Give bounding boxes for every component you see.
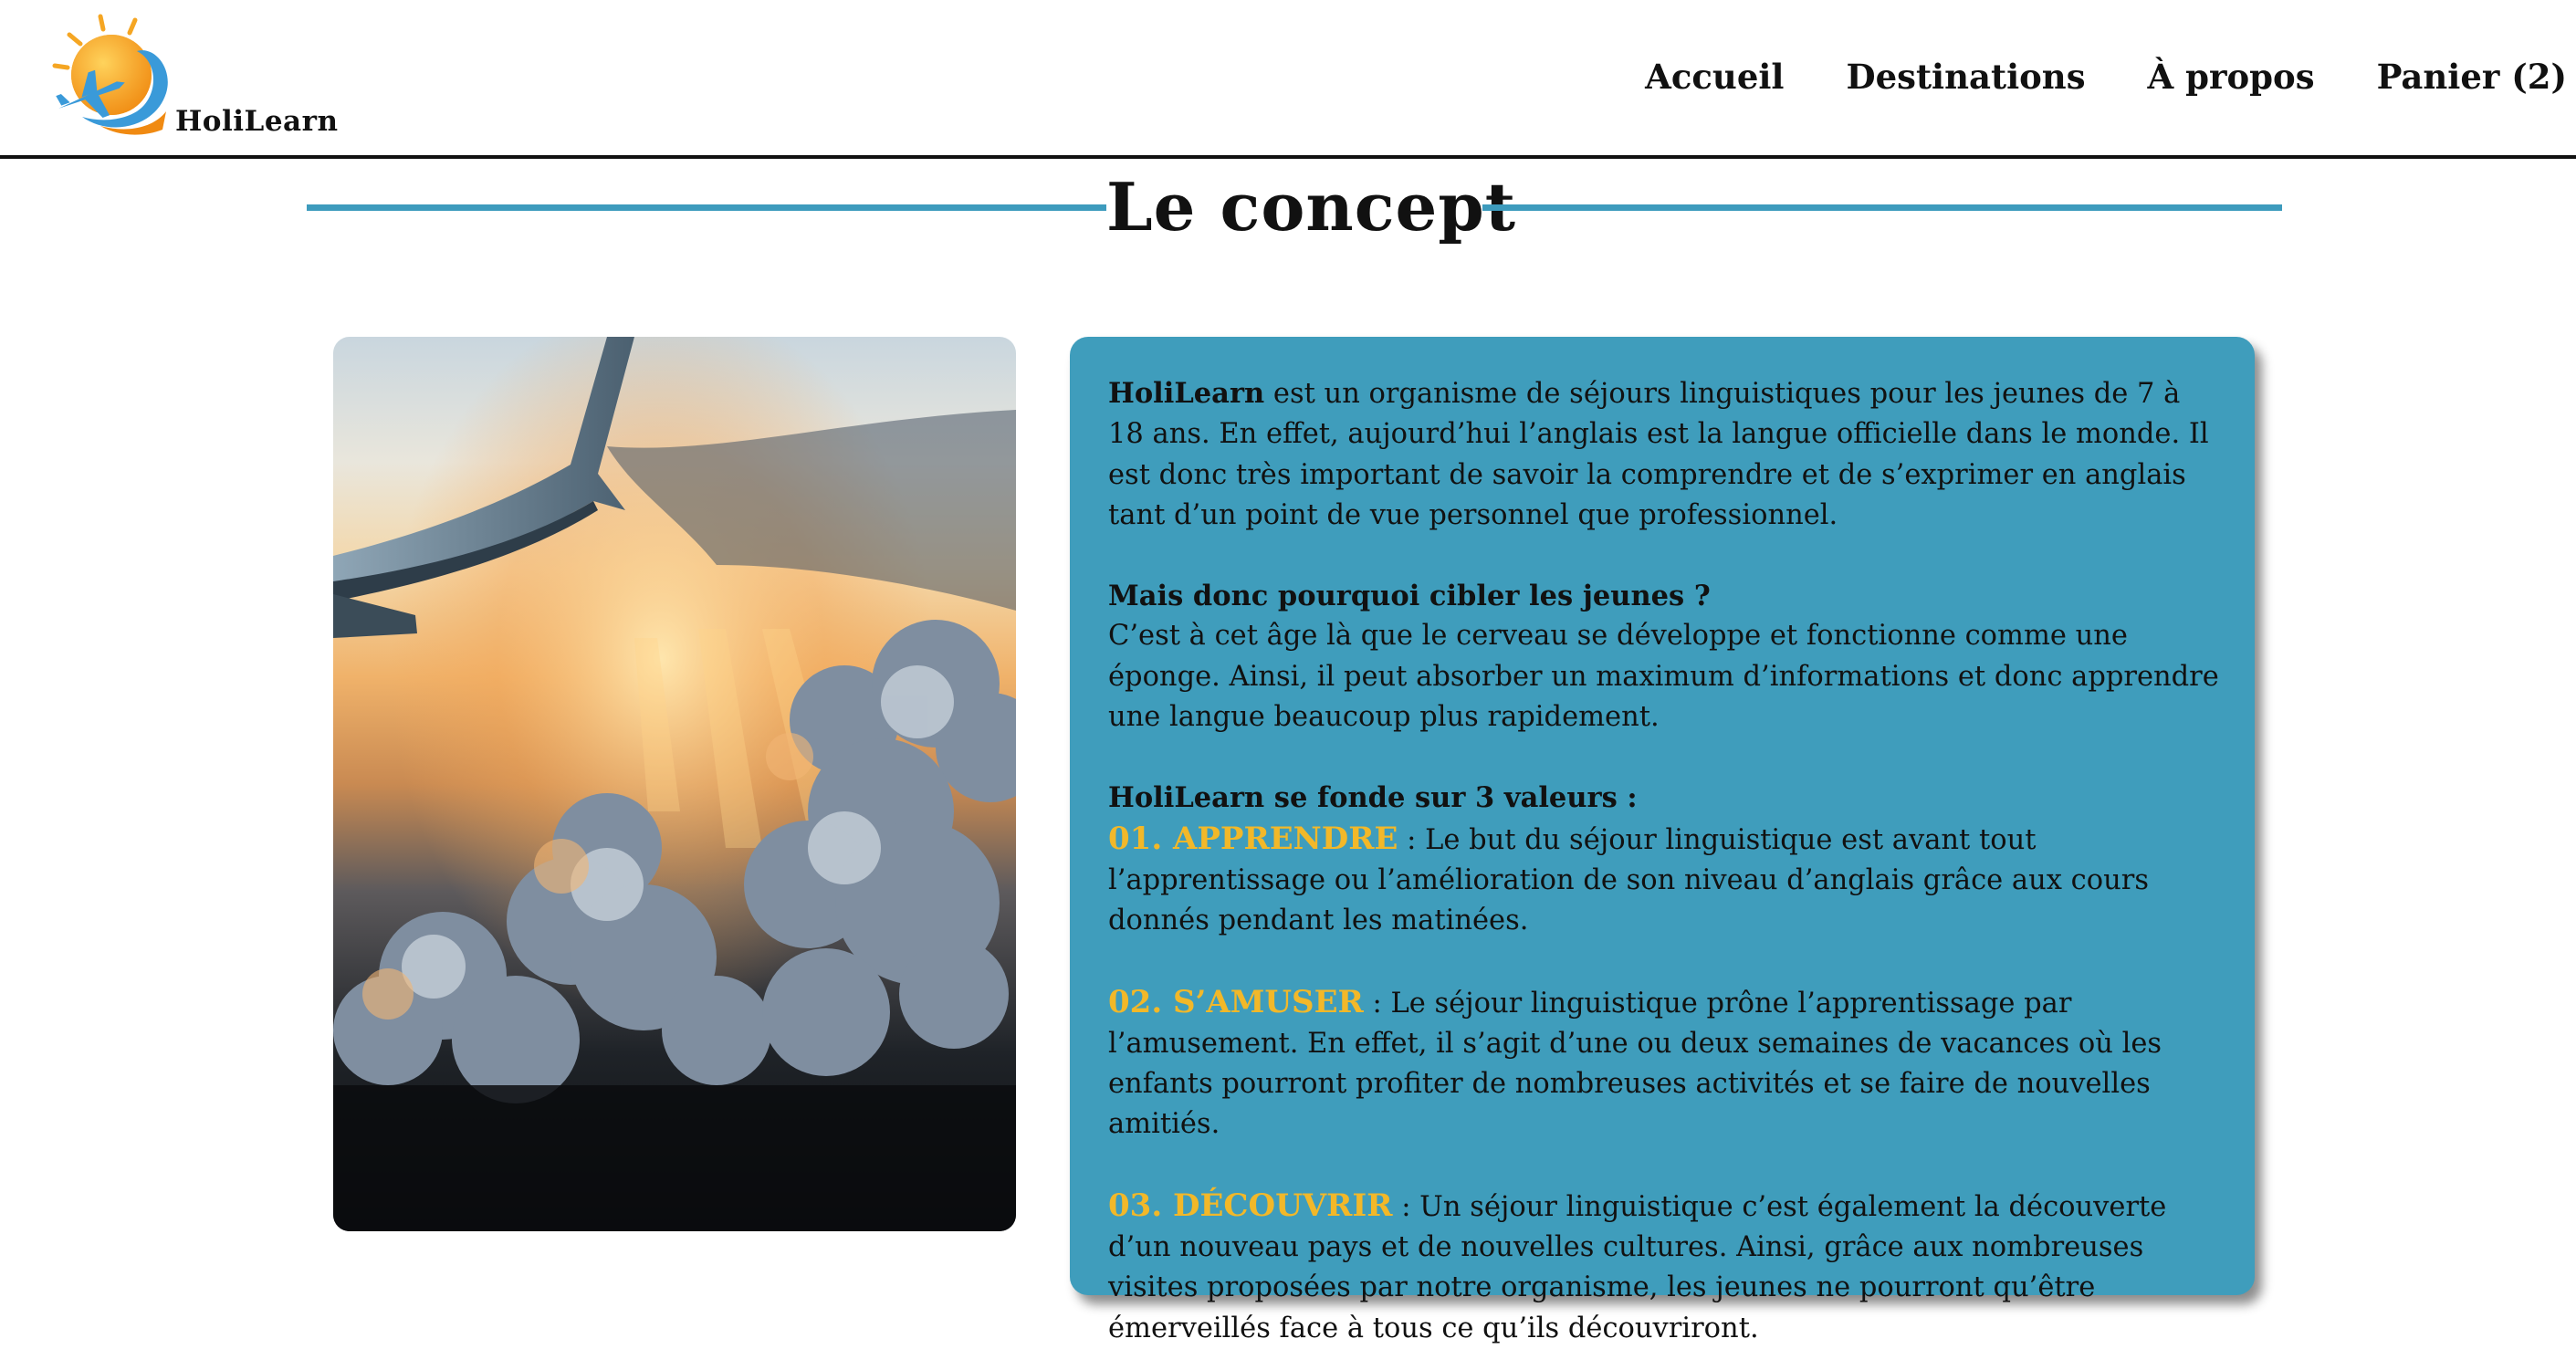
nav-destinations[interactable]: Destinations xyxy=(1847,57,2086,97)
main-nav: Accueil Destinations À propos Panier (2) xyxy=(1583,57,2567,97)
value-item: 02. S’AMUSER : Le séjour linguistique pr… xyxy=(1108,982,2222,1145)
airplane-wing-photo xyxy=(333,337,1016,1231)
title-divider-left xyxy=(307,204,1106,211)
concept-card: HoliLearn est un organisme de séjours li… xyxy=(1070,337,2255,1344)
title-divider-right xyxy=(1482,204,2282,211)
value-keyword: 02. S’AMUSER xyxy=(1108,983,1364,1020)
intro-paragraph: HoliLearn est un organisme de séjours li… xyxy=(1108,373,2222,536)
nav-accueil[interactable]: Accueil xyxy=(1645,57,1784,97)
nav-a-propos[interactable]: À propos xyxy=(2148,57,2315,97)
why-text: C’est à cet âge là que le cerveau se dév… xyxy=(1108,620,2219,734)
value-keyword: 03. DÉCOUVRIR xyxy=(1108,1187,1393,1224)
section-title-row: Le concept xyxy=(307,166,2282,248)
value-keyword: 01. APPRENDRE xyxy=(1108,820,1398,857)
intro-brand: HoliLearn xyxy=(1108,377,1265,410)
brand-logo[interactable]: HoliLearn xyxy=(46,9,338,146)
sun-airplane-logo-icon xyxy=(52,14,168,135)
brand-name: HoliLearn xyxy=(175,105,339,138)
value-item: 01. APPRENDRE : Le but du séjour linguis… xyxy=(1108,819,2222,942)
site-header: HoliLearn Accueil Destinations À propos … xyxy=(0,0,2576,159)
airplane-wing-over-clouds-photo-icon xyxy=(333,337,1016,1231)
value-item: 03. DÉCOUVRIR : Un séjour linguistique c… xyxy=(1108,1186,2222,1349)
why-heading: Mais donc pourquoi cibler les jeunes ? xyxy=(1108,580,1711,613)
values-heading: HoliLearn se fonde sur 3 valeurs : xyxy=(1108,781,1638,815)
intro-text: est un organisme de séjours linguistique… xyxy=(1108,378,2209,531)
nav-panier[interactable]: Panier (2) xyxy=(2377,57,2567,97)
page-title: Le concept xyxy=(1106,168,1516,246)
